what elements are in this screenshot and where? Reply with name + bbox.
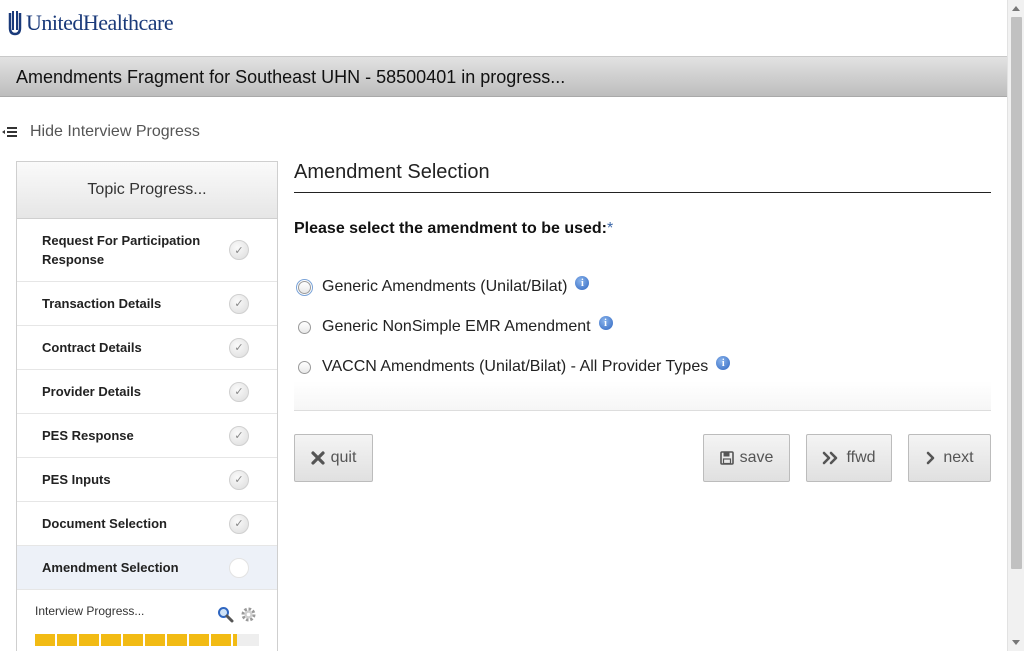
save-button-label: save	[739, 449, 774, 466]
ffwd-button[interactable]: ffwd	[806, 434, 892, 482]
topic-label: Amendment Selection	[42, 560, 179, 575]
topic-contract-details[interactable]: Contract Details ✓	[17, 326, 277, 370]
page-title: Amendments Fragment for Southeast UHN - …	[16, 67, 566, 87]
vertical-scrollbar[interactable]	[1007, 0, 1024, 651]
uhc-logo-mark-icon	[8, 11, 22, 36]
complete-check-icon: ✓	[229, 240, 249, 260]
hamburger-collapse-icon	[2, 127, 17, 137]
floppy-disk-icon	[719, 451, 734, 465]
scroll-up-arrow-icon[interactable]	[1012, 6, 1020, 11]
hide-interview-progress-label: Hide Interview Progress	[30, 123, 200, 140]
complete-check-icon: ✓	[229, 425, 249, 446]
topic-document-selection[interactable]: Document Selection ✓	[17, 502, 277, 546]
topic-pes-inputs[interactable]: PES Inputs ✓	[17, 458, 277, 502]
topic-label: PES Response	[42, 428, 134, 443]
topic-pes-response[interactable]: PES Response ✓	[17, 414, 277, 458]
complete-check-icon: ✓	[229, 469, 249, 490]
save-button[interactable]: save	[703, 434, 790, 482]
topic-progress-sidebar: Topic Progress... Request For Participat…	[16, 161, 278, 651]
section-title: Amendment Selection	[294, 161, 991, 193]
double-chevron-right-icon	[823, 451, 838, 465]
amendment-option[interactable]: Generic Amendments (Unilat/Bilat) i	[294, 267, 991, 307]
interview-progress-panel: Interview Progress...	[17, 590, 277, 646]
interview-progress-fill	[35, 634, 237, 646]
amendment-option-label[interactable]: Generic Amendments (Unilat/Bilat)	[322, 278, 567, 296]
options-divider	[294, 381, 991, 411]
complete-check-icon: ✓	[229, 381, 249, 402]
amendment-option-label[interactable]: VACCN Amendments (Unilat/Bilat) - All Pr…	[322, 358, 708, 376]
topic-transaction-details[interactable]: Transaction Details ✓	[17, 282, 277, 326]
topic-progress-title: Topic Progress...	[17, 162, 277, 219]
next-button-label: next	[943, 449, 974, 466]
chevron-right-icon	[927, 451, 935, 465]
question-text: Please select the amendment to be used:	[294, 220, 607, 237]
pending-circle-icon: ✓	[229, 557, 249, 578]
complete-check-icon: ✓	[229, 293, 249, 314]
required-marker: *	[607, 220, 614, 237]
magnifier-icon[interactable]	[217, 606, 234, 623]
amendment-radio[interactable]	[298, 320, 311, 334]
amendment-radio[interactable]	[296, 278, 313, 296]
scroll-down-arrow-icon[interactable]	[1012, 640, 1020, 645]
quit-button[interactable]: quit	[294, 434, 373, 482]
amendment-option[interactable]: Generic NonSimple EMR Amendment i	[294, 307, 991, 347]
quit-button-label: quit	[330, 449, 357, 466]
close-icon	[310, 451, 325, 465]
info-icon[interactable]: i	[575, 276, 590, 290]
info-icon[interactable]: i	[598, 316, 613, 330]
topic-label: Contract Details	[42, 340, 142, 355]
topic-label: Provider Details	[42, 384, 141, 399]
next-button[interactable]: next	[908, 434, 991, 482]
scrollbar-thumb[interactable]	[1011, 17, 1022, 569]
question-prompt: Please select the amendment to be used:*	[294, 220, 991, 238]
topic-amendment-selection[interactable]: Amendment Selection ✓	[17, 546, 277, 590]
topic-request-for-participation-response[interactable]: Request For Participation Response ✓	[17, 219, 277, 282]
complete-check-icon: ✓	[229, 337, 249, 358]
amendment-radio[interactable]	[298, 360, 311, 374]
amendment-options: Generic Amendments (Unilat/Bilat) i Gene…	[294, 267, 991, 411]
ffwd-button-label: ffwd	[846, 449, 876, 466]
amendment-option-label[interactable]: Generic NonSimple EMR Amendment	[322, 318, 591, 336]
topic-label: Transaction Details	[42, 296, 162, 311]
title-bar: Amendments Fragment for Southeast UHN - …	[0, 57, 1007, 97]
topic-label: Request For Participation Response	[42, 233, 201, 267]
topic-label: Document Selection	[42, 516, 167, 531]
topic-label: PES Inputs	[42, 472, 111, 487]
complete-check-icon: ✓	[229, 513, 249, 534]
unitedhealthcare-logo: UnitedHealthcare	[8, 10, 174, 36]
logo-bar: UnitedHealthcare	[0, 0, 1007, 57]
main-panel: Amendment Selection Please select the am…	[294, 161, 991, 482]
logo-text: UnitedHealthcare	[26, 10, 174, 35]
interview-progress-bar	[35, 634, 259, 646]
info-icon[interactable]: i	[716, 356, 731, 370]
gear-icon[interactable]	[240, 606, 257, 623]
topic-provider-details[interactable]: Provider Details ✓	[17, 370, 277, 414]
hide-interview-progress-toggle[interactable]: Hide Interview Progress	[2, 123, 200, 141]
